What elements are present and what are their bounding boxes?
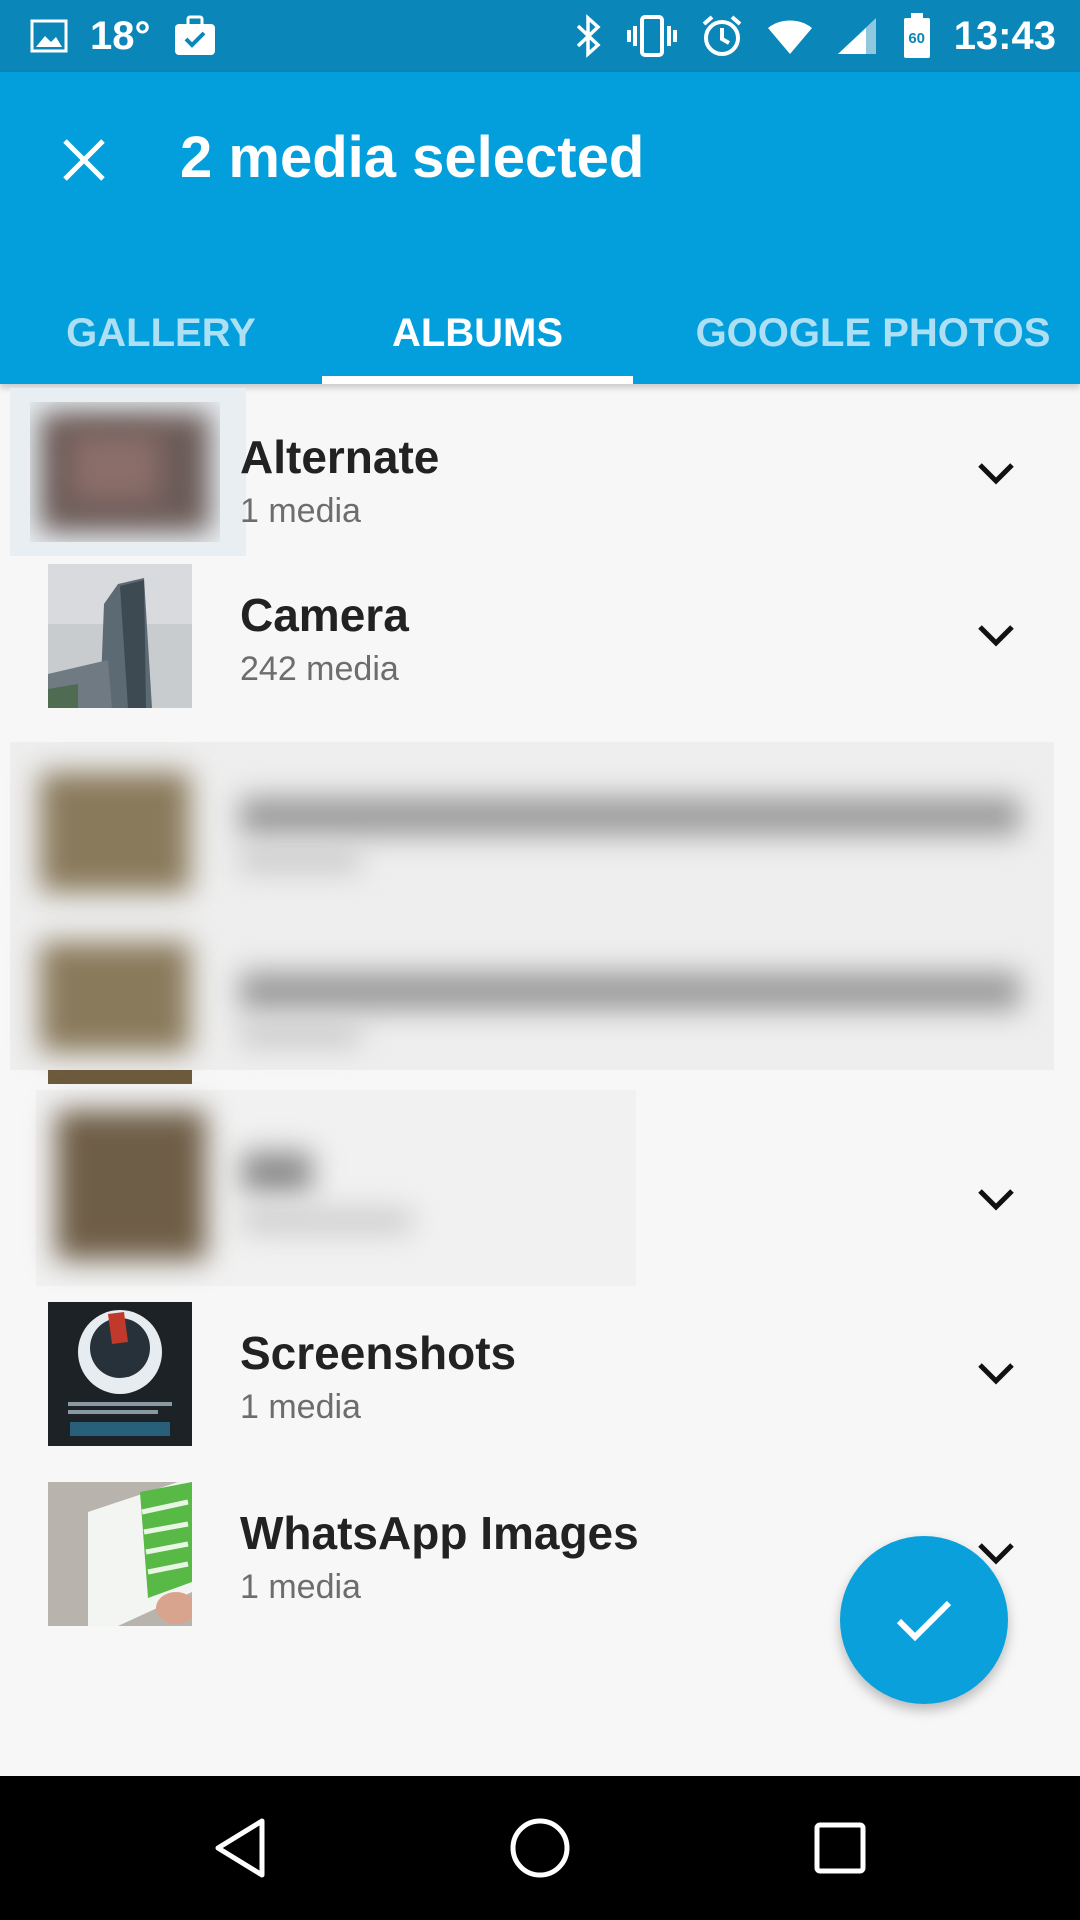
album-thumbnail: [48, 1302, 192, 1446]
expand-button[interactable]: [972, 612, 1020, 660]
album-count: 1 media: [240, 492, 361, 530]
temperature-text: 18°: [90, 13, 151, 58]
back-icon: [215, 1818, 265, 1878]
home-button[interactable]: [500, 1812, 580, 1884]
tab-bar: GALLERY ALBUMS GOOGLE PHOTOS: [0, 282, 1080, 384]
clock-text: 13:43: [953, 13, 1056, 58]
battery-level-text: 60: [908, 30, 926, 47]
home-icon: [510, 1818, 570, 1878]
list-item[interactable]: [0, 1090, 1080, 1286]
expand-button[interactable]: [972, 1176, 1020, 1224]
check-icon: [896, 1600, 952, 1642]
redacted-region: [10, 742, 1054, 1070]
navigation-bar: [0, 1776, 1080, 1920]
list-item[interactable]: Screenshots 1 media: [0, 1302, 1080, 1482]
tab-albums[interactable]: ALBUMS: [322, 282, 633, 384]
album-thumbnail: [30, 402, 220, 542]
recents-button[interactable]: [800, 1812, 880, 1884]
confirm-fab[interactable]: [840, 1536, 1008, 1704]
page-title: 2 media selected: [180, 125, 645, 190]
tab-google-photos[interactable]: GOOGLE PHOTOS: [686, 282, 1060, 384]
close-button[interactable]: [48, 124, 120, 196]
list-item[interactable]: Camera 242 media: [0, 564, 1080, 744]
chevron-down-icon: [978, 1363, 1014, 1385]
album-count: 1 media: [240, 1568, 361, 1606]
battery-icon: 60: [902, 12, 932, 60]
chevron-down-icon: [978, 463, 1014, 485]
signal-icon: [836, 16, 880, 56]
album-thumbnail: [48, 564, 192, 708]
album-name: Alternate: [240, 431, 440, 483]
active-tab-indicator: [322, 376, 633, 384]
tab-gallery[interactable]: GALLERY: [0, 282, 322, 384]
alarm-icon: [700, 14, 744, 58]
album-name: WhatsApp Images: [240, 1507, 639, 1559]
chevron-down-icon: [978, 1189, 1014, 1211]
app-bar: 2 media selected GALLERY ALBUMS GOOGLE P…: [0, 72, 1080, 384]
close-icon: [63, 139, 105, 181]
chevron-down-icon: [978, 625, 1014, 647]
album-name: Screenshots: [240, 1327, 517, 1379]
expand-button[interactable]: [972, 450, 1020, 498]
expand-button[interactable]: [972, 1350, 1020, 1398]
list-item[interactable]: Alternate 1 media: [0, 384, 1080, 564]
redacted-region: [36, 1090, 636, 1286]
image-icon: [30, 19, 68, 53]
back-button[interactable]: [200, 1812, 280, 1884]
recents-icon: [814, 1822, 866, 1874]
vibrate-icon: [626, 14, 678, 58]
wifi-icon: [766, 16, 814, 56]
bluetooth-icon: [574, 14, 604, 58]
thumbnail-edge: [48, 1070, 192, 1084]
album-count: 242 media: [240, 650, 399, 688]
album-count: 1 media: [240, 1388, 361, 1426]
briefcase-check-icon: [173, 15, 217, 57]
status-bar: 18° 60 13:43: [0, 0, 1080, 72]
album-thumbnail: [48, 1482, 192, 1626]
album-name: Camera: [240, 589, 409, 641]
